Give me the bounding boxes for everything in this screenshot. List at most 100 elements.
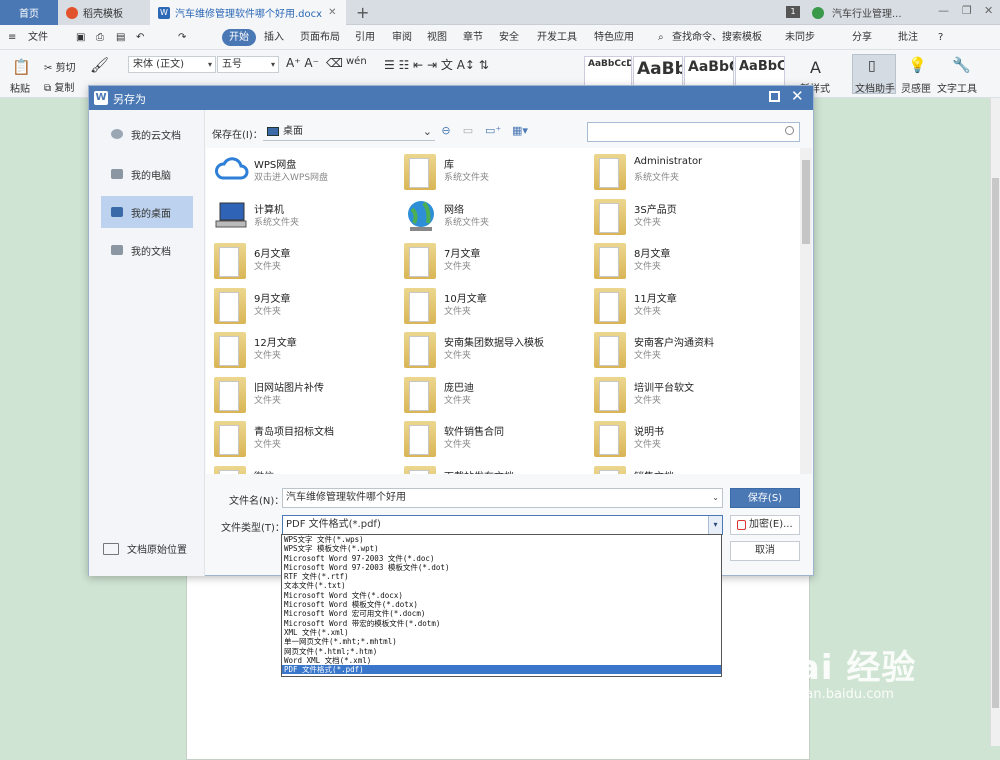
filetype-option[interactable]: Microsoft Word 97-2003 模板文件(*.dot) xyxy=(282,563,721,572)
up-folder-icon[interactable]: ▭ xyxy=(461,124,475,138)
sync-status[interactable]: 未同步 xyxy=(785,25,815,50)
sidebar-item-computer[interactable]: 我的电脑 xyxy=(101,158,193,190)
menu-developer[interactable]: 开发工具 xyxy=(537,25,577,50)
print-icon[interactable]: ▤ xyxy=(116,25,125,50)
view-menu-icon[interactable]: ▦▾ xyxy=(509,124,531,138)
idea-button[interactable]: 灵感匣 xyxy=(901,80,931,95)
wrench-icon[interactable]: 🔧 xyxy=(952,56,971,74)
file-list-item[interactable]: 安南集团数据导入模板 文件夹 xyxy=(396,330,576,370)
grow-font-icon[interactable]: A⁺ A⁻ xyxy=(286,56,319,70)
save-icon[interactable]: ▣ xyxy=(76,25,85,50)
save-in-select[interactable]: 桌面 ⌄ xyxy=(263,123,435,141)
filename-input[interactable]: 汽车维修管理软件哪个好用 ⌄ xyxy=(282,488,723,508)
new-tab-icon[interactable]: + xyxy=(356,3,369,22)
hamburger-icon[interactable]: ≡ xyxy=(8,25,16,50)
file-list-item[interactable]: 8月文章 文件夹 xyxy=(586,241,766,281)
scrollbar-thumb[interactable] xyxy=(992,178,999,708)
print-preview-icon[interactable]: ⎙ xyxy=(96,25,104,50)
back-icon[interactable]: ⊖ xyxy=(439,124,453,138)
cut-button[interactable]: ✂ 剪切 xyxy=(44,59,76,74)
restore-icon[interactable]: ❐ xyxy=(962,4,972,17)
file-list-item[interactable]: 7月文章 文件夹 xyxy=(396,241,576,281)
copy-button[interactable]: ⧉ 复制 xyxy=(44,79,74,94)
menu-security[interactable]: 安全 xyxy=(499,25,519,50)
file-list-item[interactable]: 10月文章 文件夹 xyxy=(396,286,576,326)
file-list-item[interactable]: Administrator 系统文件夹 xyxy=(586,152,766,192)
cancel-button[interactable]: 取消 xyxy=(730,541,800,561)
filetype-option[interactable]: XML 文件(*.xml) xyxy=(282,628,721,637)
file-list-item[interactable]: 安南客户沟通资料 文件夹 xyxy=(586,330,766,370)
tab-template[interactable]: 稻壳模板 xyxy=(58,0,150,25)
menu-reference[interactable]: 引用 xyxy=(355,25,375,50)
sidebar-item-documents[interactable]: 我的文档 xyxy=(101,234,193,266)
filetype-option[interactable]: Microsoft Word 文件(*.docx) xyxy=(282,591,721,600)
new-style-icon[interactable]: A xyxy=(810,58,821,77)
filetype-select[interactable]: PDF 文件格式(*.pdf) ▾ xyxy=(282,515,723,535)
menu-file[interactable]: 文件 xyxy=(28,25,48,50)
file-list-item[interactable]: 微信 xyxy=(206,464,386,474)
doc-assistant-button[interactable]: ▯ 文档助手 xyxy=(852,54,896,95)
file-list-item[interactable]: 12月文章 文件夹 xyxy=(206,330,386,370)
menu-section[interactable]: 章节 xyxy=(463,25,483,50)
menu-page-layout[interactable]: 页面布局 xyxy=(300,25,340,50)
filetype-option[interactable]: RTF 文件(*.rtf) xyxy=(282,572,721,581)
file-list-item[interactable]: 说明书 文件夹 xyxy=(586,419,766,459)
filetype-option[interactable]: 网页文件(*.html;*.htm) xyxy=(282,647,721,656)
file-list-item[interactable]: 网络 系统文件夹 xyxy=(396,197,576,237)
help-icon[interactable]: ? xyxy=(938,25,943,50)
menu-special[interactable]: 特色应用 xyxy=(594,25,634,50)
dialog-search-input[interactable] xyxy=(587,122,800,142)
font-size-select[interactable]: 五号 ▾ xyxy=(217,56,279,73)
file-list-item[interactable]: 下载站发布文档 xyxy=(396,464,576,474)
filetype-option[interactable]: Microsoft Word 宏可用文件(*.docm) xyxy=(282,609,721,618)
menu-view[interactable]: 视图 xyxy=(427,25,447,50)
file-list-item[interactable]: 旧网站图片补传 文件夹 xyxy=(206,375,386,415)
paste-button[interactable]: 粘贴 xyxy=(10,80,30,95)
format-painter-icon[interactable]: 🖌 xyxy=(90,56,109,74)
clear-format-icon[interactable]: ⌫ xyxy=(326,56,343,70)
comment-button[interactable]: 批注 xyxy=(898,25,918,50)
filetype-option[interactable]: Microsoft Word 97-2003 文件(*.doc) xyxy=(282,554,721,563)
sidebar-item-desktop[interactable]: 我的桌面 xyxy=(101,196,193,228)
filetype-option[interactable]: Microsoft Word 带宏的模板文件(*.dotm) xyxy=(282,619,721,628)
filetype-option[interactable]: 文本文件(*.txt) xyxy=(282,581,721,590)
file-list-scrollbar[interactable] xyxy=(800,148,812,474)
filetype-option[interactable]: Microsoft Word 模板文件(*.dotx) xyxy=(282,600,721,609)
file-list-item[interactable]: 9月文章 文件夹 xyxy=(206,286,386,326)
file-list-item[interactable]: 培训平台软文 文件夹 xyxy=(586,375,766,415)
save-button[interactable]: 保存(S) xyxy=(730,488,800,508)
filetype-option[interactable]: 单一网页文件(*.mht;*.mhtml) xyxy=(282,637,721,646)
file-list-item[interactable]: 计算机 系统文件夹 xyxy=(206,197,386,237)
file-list-item[interactable]: 销售文档 xyxy=(586,464,766,474)
document-scrollbar[interactable] xyxy=(990,98,1000,746)
close-window-icon[interactable]: ✕ xyxy=(984,4,993,17)
original-location-link[interactable]: 文档原始位置 xyxy=(103,541,187,556)
scrollbar-thumb[interactable] xyxy=(802,160,810,244)
minimize-icon[interactable]: — xyxy=(938,4,949,17)
file-list-item[interactable]: 11月文章 文件夹 xyxy=(586,286,766,326)
font-name-select[interactable]: 宋体 (正文) ▾ xyxy=(128,56,216,73)
phonetic-icon[interactable]: wén xyxy=(346,56,367,67)
tab-document[interactable]: W 汽车维修管理软件哪个好用.docx ✕ xyxy=(150,0,346,25)
list-icons[interactable]: ☰ ☷ ⇤ ⇥ 文 A↕ ⇅ xyxy=(384,56,489,73)
filetype-option[interactable]: WPS文字 文件(*.wps) xyxy=(282,535,721,544)
maximize-icon[interactable] xyxy=(769,91,780,102)
file-list-item[interactable]: 库系统文件夹 xyxy=(396,152,576,192)
paste-icon[interactable]: 📋 xyxy=(12,58,31,76)
filetype-option[interactable]: WPS文字 模板文件(*.wpt) xyxy=(282,544,721,553)
close-tab-icon[interactable]: ✕ xyxy=(328,7,336,18)
encrypt-button[interactable]: 加密(E)... xyxy=(730,515,800,535)
new-folder-icon[interactable]: ▭⁺ xyxy=(485,124,501,138)
dialog-title-bar[interactable]: W 另存为 ✕ xyxy=(89,86,813,110)
undo-icon[interactable]: ↶ xyxy=(136,25,144,50)
share-button[interactable]: 分享 xyxy=(852,25,872,50)
file-list-item[interactable]: 青岛项目招标文档 文件夹 xyxy=(206,419,386,459)
text-tools-button[interactable]: 文字工具 xyxy=(937,80,977,95)
idea-icon[interactable]: 💡 xyxy=(908,56,927,74)
menu-start[interactable]: 开始 xyxy=(222,29,256,46)
sidebar-item-cloud[interactable]: 我的云文档 xyxy=(101,118,193,150)
menu-review[interactable]: 审阅 xyxy=(392,25,412,50)
file-list-item[interactable]: WPS网盘 双击进入WPS网盘 xyxy=(206,152,386,192)
menu-insert[interactable]: 插入 xyxy=(264,25,284,50)
filetype-option[interactable]: Word XML 文档(*.xml) xyxy=(282,656,721,665)
